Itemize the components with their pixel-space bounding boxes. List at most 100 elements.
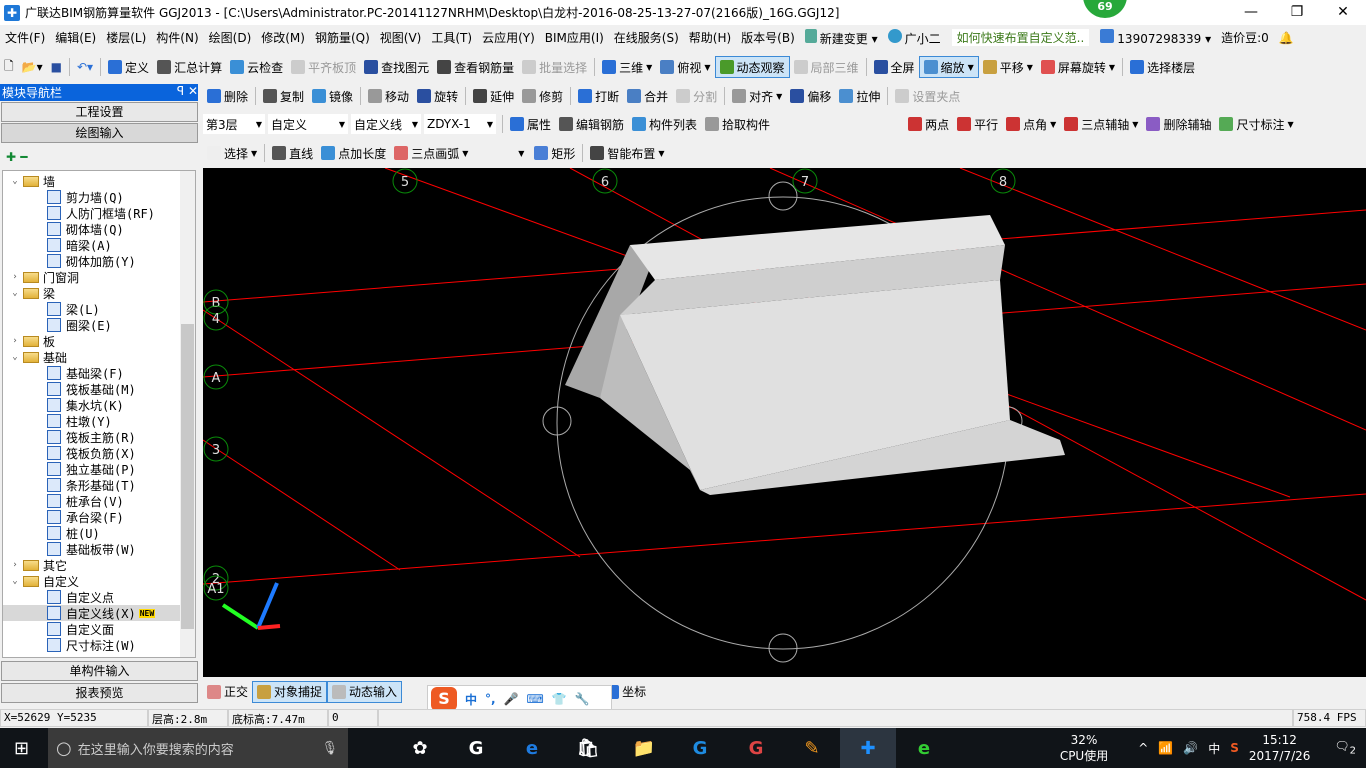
tool-toolbar3.axis_buttons-5[interactable]: 尺寸标注 ▼	[1215, 113, 1297, 135]
keyboard-icon[interactable]: ⌨	[527, 692, 544, 706]
menu-item[interactable]: 编辑(E)	[50, 29, 101, 46]
menu-item[interactable]: 视图(V)	[375, 29, 427, 46]
chevron-down-icon[interactable]: ⌄	[9, 176, 21, 186]
type-select[interactable]: 自定义线 ▼	[351, 114, 421, 134]
dropdown-arrow-icon[interactable]: ▼	[658, 149, 664, 158]
panel-close-icon[interactable]: ✕	[188, 84, 198, 98]
tool-toolbar1-6[interactable]: 批量选择	[518, 56, 591, 78]
tool-toolbar4-1[interactable]: 直线	[268, 142, 317, 164]
new-file-icon[interactable]: 🗋	[0, 56, 18, 78]
bell-icon[interactable]: 🔔	[1274, 31, 1299, 45]
tree-item[interactable]: 桩承台(V)	[3, 493, 195, 509]
category-select[interactable]: 自定义 ▼	[268, 114, 348, 134]
tree-item[interactable]: 承台梁(F)	[3, 509, 195, 525]
tool-toolbar2-13[interactable]: 设置夹点	[891, 85, 964, 107]
tool-toolbar4-3[interactable]: 三点画弧 ▼	[390, 142, 472, 164]
tool-toolbar1-7[interactable]: 三维 ▼	[598, 56, 656, 78]
tool-bottom_toolbar-1[interactable]: 对象捕捉	[252, 680, 328, 703]
tree-item[interactable]: 梁(L)	[3, 301, 195, 317]
tool-toolbar2-5[interactable]: 延伸	[469, 85, 518, 107]
menu-item[interactable]: 版本号(B)	[736, 29, 800, 46]
network-icon[interactable]: 📶	[1158, 741, 1173, 755]
dropdown-arrow-icon[interactable]: ▼	[968, 63, 974, 72]
tree-item[interactable]: 集水坑(K)	[3, 397, 195, 413]
tray-expand-icon[interactable]: ^	[1138, 741, 1148, 755]
menu-item[interactable]: 绘图(D)	[204, 29, 257, 46]
tool-toolbar1-3[interactable]: 平齐板顶	[287, 56, 360, 78]
menu-item[interactable]: 工具(T)	[426, 29, 477, 46]
tool-toolbar1-10[interactable]: 局部三维	[790, 56, 863, 78]
hint-link[interactable]: 如何快速布置自定义范..	[951, 29, 1090, 46]
clock[interactable]: 15:12 2017/7/26	[1249, 732, 1311, 764]
tool-toolbar1-0[interactable]: 定义	[104, 56, 153, 78]
tree-folder[interactable]: › 门窗洞	[3, 269, 195, 285]
tree-item[interactable]: 筏板基础(M)	[3, 381, 195, 397]
edge-icon[interactable]: e	[504, 728, 560, 768]
tree-item[interactable]: 独立基础(P)	[3, 461, 195, 477]
windows-start-icon[interactable]: ⊞	[14, 738, 29, 759]
tool-toolbar1-9[interactable]: 动态观察	[714, 56, 790, 78]
expand-collapse-icons[interactable]: ✚ ━	[6, 150, 27, 164]
tool-toolbar3.axis_buttons-2[interactable]: 点角 ▼	[1002, 113, 1060, 135]
glodon2-icon[interactable]: G	[728, 728, 784, 768]
tree-item[interactable]: 自定义线(X) NEW	[3, 605, 195, 621]
tool-toolbar4-4[interactable]: 矩形	[530, 142, 579, 164]
mic-icon[interactable]: 🎙	[321, 741, 338, 756]
drawing-input-button[interactable]: 绘图输入	[1, 123, 198, 143]
tree-item[interactable]: 基础梁(F)	[3, 365, 195, 381]
notification-center[interactable]: 🗨2	[1334, 739, 1356, 756]
tool-toolbar3.axis_buttons-0[interactable]: 两点	[904, 113, 953, 135]
tool-toolbar1-15[interactable]: 选择楼层	[1126, 56, 1199, 78]
model-canvas[interactable]: 5 6 7 8B4A32A1	[202, 167, 1366, 677]
ime-punct[interactable]: °,	[485, 692, 496, 706]
open-file-icon[interactable]: 📂▾	[18, 56, 47, 78]
tree-folder[interactable]: ⌄ 墙	[3, 173, 195, 189]
tool-toolbar3.axis_buttons-1[interactable]: 平行	[953, 113, 1002, 135]
menu-item[interactable]: 帮助(H)	[684, 29, 736, 46]
tree-item[interactable]: 剪力墙(Q)	[3, 189, 195, 205]
explorer-icon[interactable]: 📁	[616, 728, 672, 768]
dropdown-arrow-icon[interactable]: ▼	[462, 149, 468, 158]
tool-toolbar4-0[interactable]: 选择 ▼	[203, 142, 261, 164]
dropdown-arrow-icon[interactable]: ▼	[1132, 120, 1138, 129]
tool-toolbar3.axis_buttons-3[interactable]: 三点辅轴 ▼	[1060, 113, 1142, 135]
tool-toolbar1-2[interactable]: 云检查	[226, 56, 287, 78]
tool-toolbar1-8[interactable]: 俯视 ▼	[656, 56, 714, 78]
dropdown-arrow-icon[interactable]: ▼	[1109, 63, 1115, 72]
taskbar-search[interactable]: ○ 在这里输入你要搜索的内容 🎙	[48, 728, 348, 768]
menu-item[interactable]: 钢筋量(Q)	[310, 29, 375, 46]
tree-folder[interactable]: › 其它	[3, 557, 195, 573]
chevron-down-icon[interactable]: ⌄	[9, 352, 21, 362]
scrollbar-thumb[interactable]	[181, 324, 194, 629]
mic-icon[interactable]: 🎤	[504, 692, 519, 706]
tree-folder[interactable]: ⌄ 基础	[3, 349, 195, 365]
tree-folder[interactable]: ⌄ 自定义	[3, 573, 195, 589]
tree-item[interactable]: 自定义点	[3, 589, 195, 605]
account-menu[interactable]: 13907298339 ▾	[1095, 29, 1216, 46]
dropdown-arrow-icon[interactable]: ▼	[1027, 63, 1033, 72]
tool-toolbar4-5[interactable]: 智能布置 ▼	[586, 142, 668, 164]
tool-toolbar2-7[interactable]: 打断	[574, 85, 623, 107]
3d-viewport[interactable]: 5 6 7 8 B 4 A 3 2 A1	[202, 167, 1366, 677]
tool-bottom_toolbar-2[interactable]: 动态输入	[327, 680, 403, 703]
cpu-meter[interactable]: 32% CPU使用	[1060, 732, 1108, 764]
tree-item[interactable]: 基础板带(W)	[3, 541, 195, 557]
glodon-icon[interactable]: G	[672, 728, 728, 768]
dropdown-arrow-icon[interactable]: ▼	[776, 92, 782, 101]
tree-item[interactable]: 筏板负筋(X)	[3, 445, 195, 461]
minimize-button[interactable]: —	[1228, 0, 1274, 25]
tool-toolbar2-0[interactable]: 删除	[203, 85, 252, 107]
tree-item[interactable]: 尺寸标注(W)	[3, 637, 195, 653]
item-select[interactable]: ZDYX-1 ▼	[424, 114, 496, 134]
tool-toolbar2-11[interactable]: 偏移	[786, 85, 835, 107]
save-icon[interactable]: ■	[47, 56, 66, 78]
chevron-right-icon[interactable]: ›	[9, 560, 21, 570]
tool-toolbar3.buttons-2[interactable]: 构件列表	[628, 113, 701, 135]
menu-item[interactable]: 在线服务(S)	[609, 29, 684, 46]
tool-toolbar1-4[interactable]: 查找图元	[360, 56, 433, 78]
app-icon-2[interactable]: G	[448, 728, 504, 768]
tree-scrollbar[interactable]	[180, 171, 195, 657]
tree-item[interactable]: 砌体加筋(Y)	[3, 253, 195, 269]
tool-toolbar1-14[interactable]: 屏幕旋转 ▼	[1037, 56, 1119, 78]
dropdown-arrow-icon[interactable]: ▼	[1287, 120, 1293, 129]
